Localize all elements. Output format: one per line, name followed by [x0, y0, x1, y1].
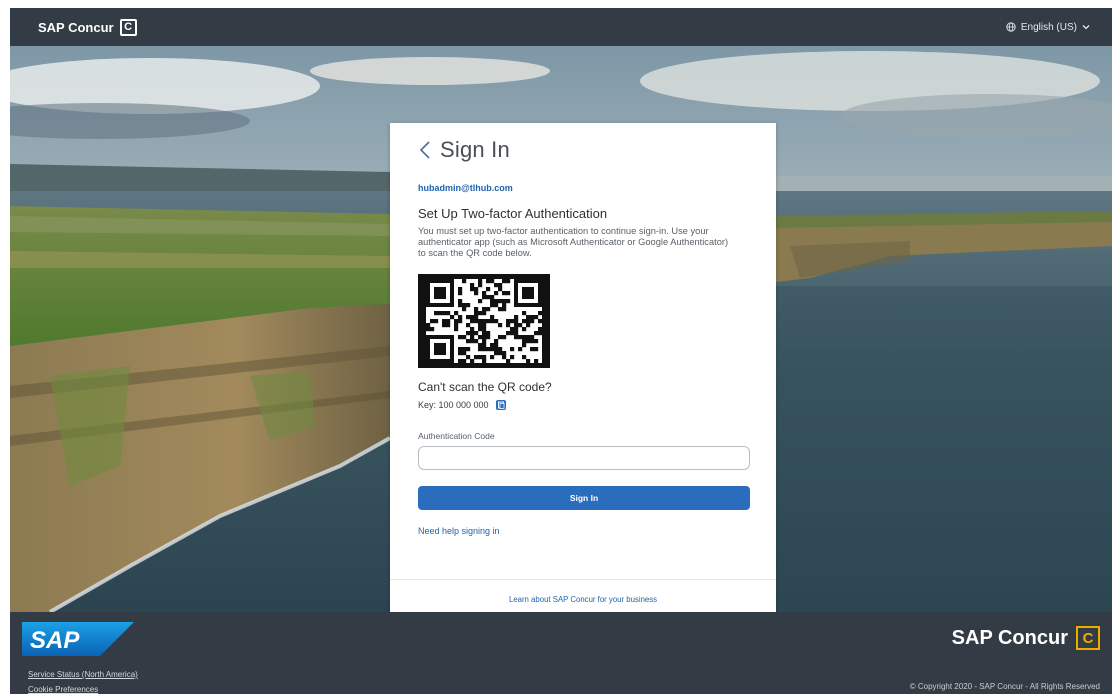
learn-about-link[interactable]: Learn about SAP Concur for your business: [509, 595, 657, 604]
key-row: Key: 100 000 000: [418, 399, 748, 411]
key-text: Key: 100 000 000: [418, 400, 489, 410]
page-footer: SAP SAP Concur C Service Status (North A…: [10, 612, 1112, 694]
top-bar: SAP Concur C English (US): [10, 8, 1112, 46]
user-email: hubadmin@tlhub.com: [418, 183, 513, 193]
cookie-preferences-link[interactable]: Cookie Preferences: [28, 682, 138, 694]
chevron-left-icon[interactable]: [418, 139, 432, 161]
auth-code-input[interactable]: [418, 446, 750, 470]
header-brand: SAP Concur C: [38, 18, 137, 36]
language-label: English (US): [1020, 21, 1077, 33]
qr-code-image: [426, 279, 542, 363]
sign-in-button[interactable]: Sign In: [418, 486, 750, 510]
copy-icon[interactable]: [495, 399, 507, 411]
sap-logo: SAP: [22, 622, 134, 656]
need-help-link[interactable]: Need help signing in: [418, 526, 748, 536]
footer-links: Service Status (North America) Cookie Pr…: [28, 667, 138, 694]
svg-text:SAP: SAP: [30, 627, 80, 654]
language-selector[interactable]: English (US): [1006, 22, 1090, 33]
concur-logo-icon: C: [119, 18, 137, 36]
hero-background: Sign In hubadmin@tlhub.com Set Up Two-fa…: [10, 46, 1112, 612]
copyright-text: © Copyright 2020 - SAP Concur - All Righ…: [909, 682, 1100, 691]
chevron-down-icon: [1082, 25, 1090, 30]
globe-icon: [1006, 22, 1016, 32]
footer-brand: SAP Concur C: [952, 626, 1100, 650]
auth-code-label: Authentication Code: [418, 431, 495, 441]
sign-in-card: Sign In hubadmin@tlhub.com Set Up Two-fa…: [390, 123, 776, 612]
card-header: Sign In: [418, 137, 748, 163]
qr-code: [418, 274, 550, 368]
concur-logo-icon: C: [1076, 626, 1100, 650]
two-factor-description: You must set up two-factor authenticatio…: [418, 226, 729, 258]
page-title: Sign In: [440, 137, 510, 162]
two-factor-heading: Set Up Two-factor Authentication: [418, 206, 608, 221]
card-footer: Learn about SAP Concur for your business: [390, 579, 776, 612]
page-frame: SAP Concur C English (US) Sign In hubadm…: [10, 8, 1112, 694]
service-status-link[interactable]: Service Status (North America): [28, 667, 138, 682]
footer-brand-name: SAP Concur: [951, 626, 1068, 649]
header-brand-name: SAP Concur: [38, 19, 114, 35]
cant-scan-text: Can't scan the QR code?: [418, 380, 552, 394]
